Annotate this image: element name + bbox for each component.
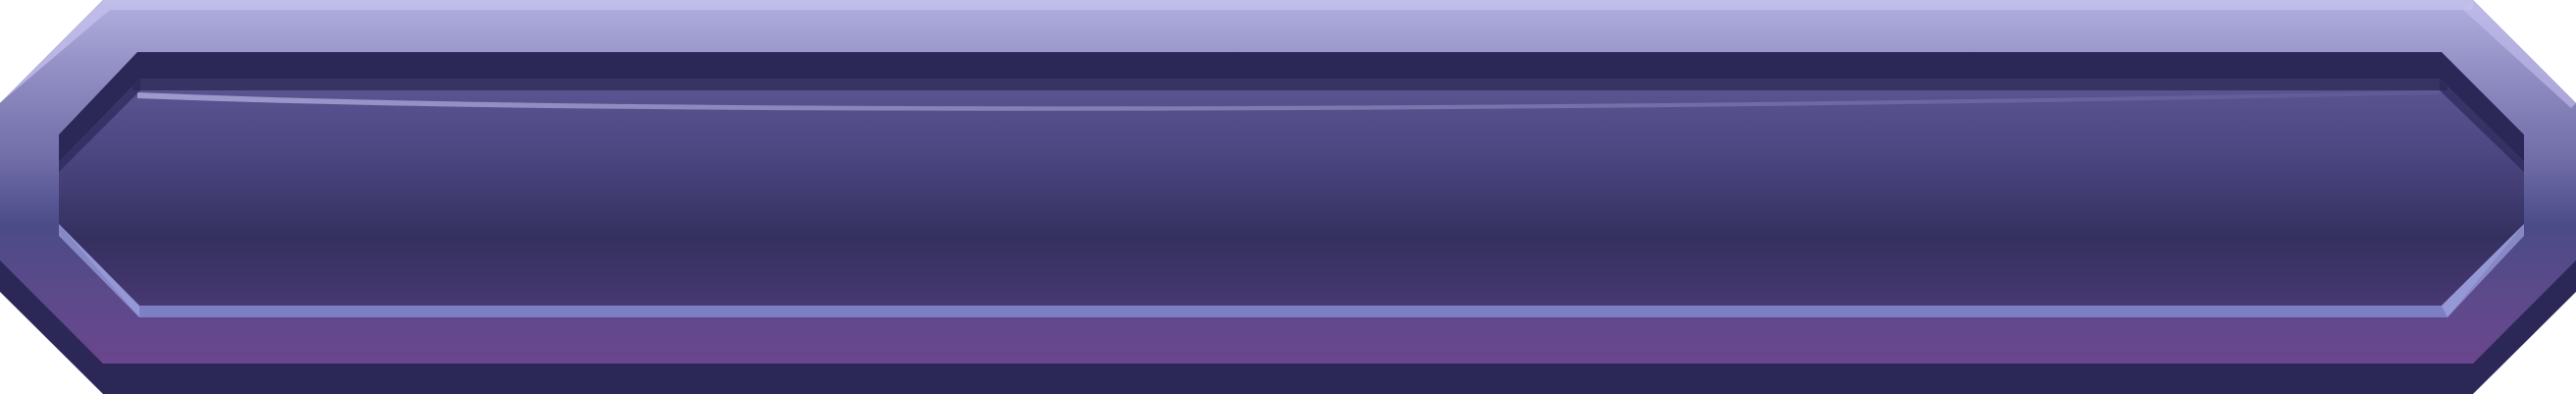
game-panel: [0, 0, 2576, 394]
panel-inner-face: [59, 79, 2524, 306]
panel-graphic: [0, 0, 2576, 394]
panel-inner-top-band: [132, 79, 2447, 90]
